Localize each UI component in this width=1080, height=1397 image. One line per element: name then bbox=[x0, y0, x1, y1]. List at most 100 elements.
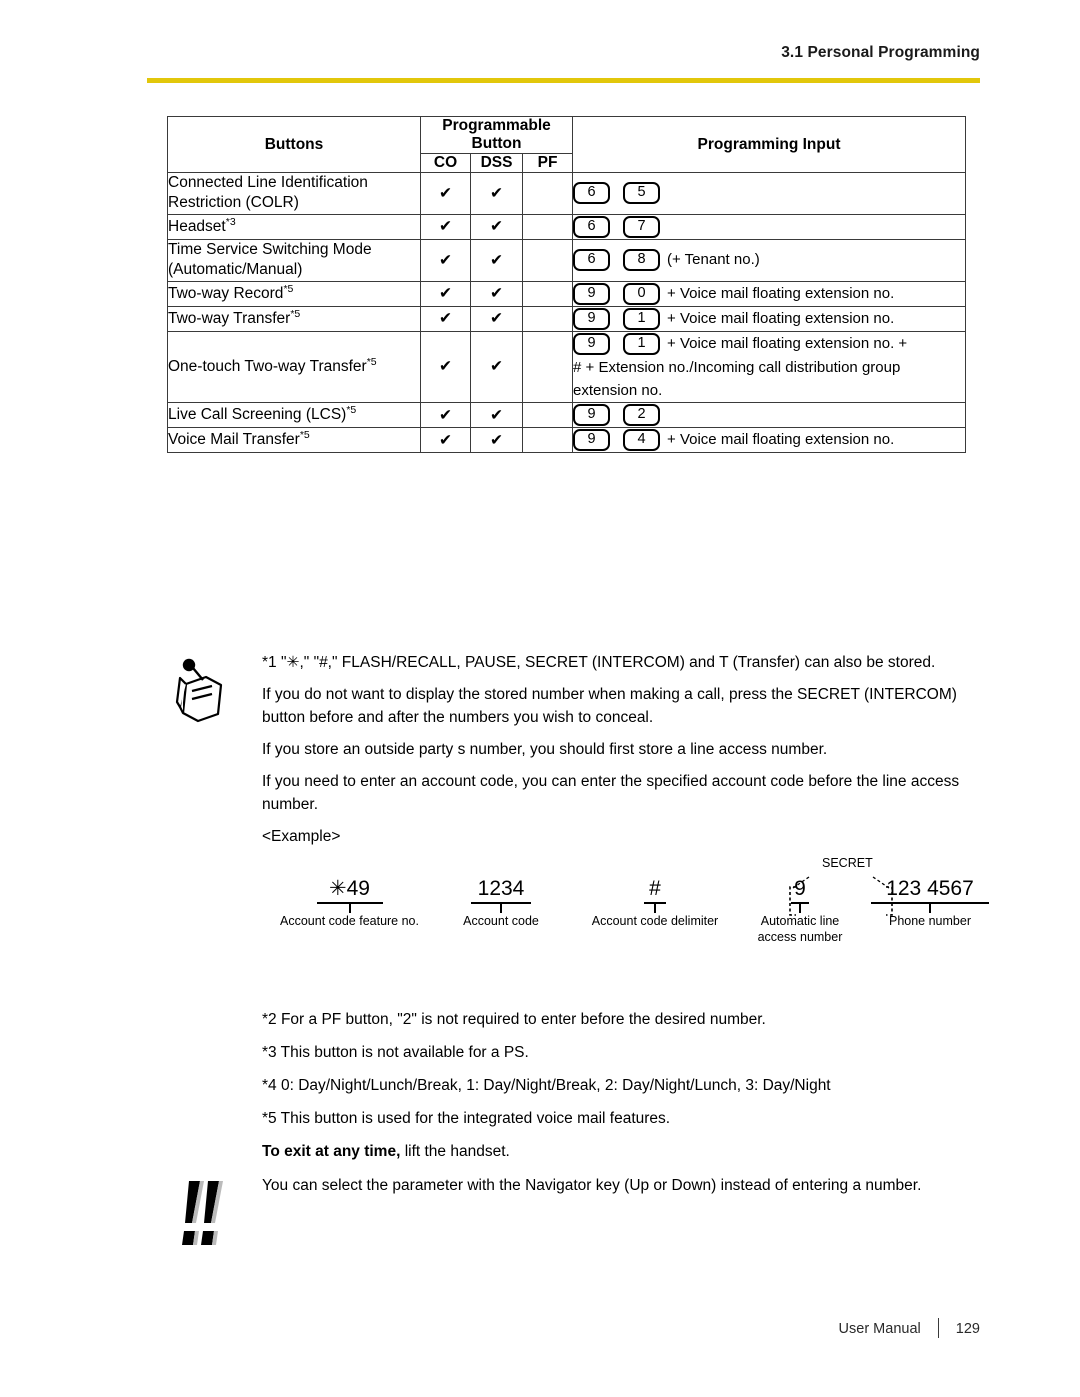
exit-instruction-rest: lift the handset. bbox=[400, 1142, 510, 1160]
footnote-item: *4 0: Day/Night/Lunch/Break, 1: Day/Nigh… bbox=[262, 1076, 831, 1094]
row-check-dss: ✔ bbox=[470, 172, 523, 215]
note-paragraph: <Example> bbox=[262, 827, 341, 845]
keycap: 4 bbox=[623, 429, 661, 452]
note-body: *1 "✳," "#," FLASH/RECALL, PAUSE, SECRET… bbox=[262, 652, 967, 848]
key-sequence: 92 bbox=[573, 403, 965, 427]
example-segment: # Account code delimiter bbox=[565, 877, 745, 930]
col-header-co: CO bbox=[420, 153, 471, 173]
footnote-marker: *5 bbox=[299, 429, 310, 442]
key-suffix-line: # + Extension no./Incoming call distribu… bbox=[573, 358, 901, 376]
example-segment: 123 4567 Phone number bbox=[855, 877, 1005, 930]
note-paragraph: *1 "✳," "#," FLASH/RECALL, PAUSE, SECRET… bbox=[262, 654, 936, 671]
key-suffix-text: + Voice mail floating extension no. bbox=[667, 309, 895, 327]
table-header-row-1: Buttons Programmable Button Programming … bbox=[167, 116, 967, 173]
row-check-co: ✔ bbox=[420, 402, 471, 429]
key-sequence: 9 0 + Voice mail floating extension no. bbox=[573, 282, 965, 306]
table-row: Time Service Switching Mode (Automatic/M… bbox=[167, 238, 967, 282]
col-header-pf: PF bbox=[521, 153, 574, 173]
note-paragraph: If you store an outside party s number, … bbox=[262, 740, 828, 758]
row-check-co: ✔ bbox=[420, 238, 471, 282]
row-check-dss: ✔ bbox=[470, 427, 523, 454]
hint-text: You can select the parameter with the Na… bbox=[262, 1177, 922, 1194]
footer-page-number: 129 bbox=[955, 1321, 980, 1337]
footnote-item: *2 For a PF button, "2" is not required … bbox=[262, 1011, 766, 1028]
example-caption: Account code delimiter bbox=[591, 914, 719, 928]
key-suffix-text: + Voice mail floating extension no. + bbox=[667, 334, 908, 352]
row-check-dss: ✔ bbox=[470, 305, 523, 332]
row-check-pf bbox=[521, 330, 574, 404]
keycap: 6 bbox=[573, 182, 611, 205]
row-check-dss: ✔ bbox=[470, 238, 523, 282]
key-suffix-text: (+ Tenant no.) bbox=[667, 251, 760, 269]
row-check-pf bbox=[521, 305, 574, 332]
keycap: 0 bbox=[623, 282, 661, 305]
row-button-label: Headset*3 bbox=[167, 213, 421, 240]
example-tick bbox=[500, 904, 502, 913]
footer-manual-label: User Manual bbox=[838, 1321, 921, 1337]
keycap: 5 bbox=[623, 182, 661, 205]
programmable-buttons-table: Buttons Programmable Button Programming … bbox=[167, 116, 967, 454]
footnotes-block: *2 For a PF button, "2" is not required … bbox=[262, 1010, 972, 1175]
footnote-item: *3 This button is not available for a PS… bbox=[262, 1043, 529, 1061]
row-check-co: ✔ bbox=[420, 330, 471, 404]
row-programming-input: 92 bbox=[572, 402, 967, 429]
row-check-pf bbox=[521, 280, 574, 307]
row-check-pf bbox=[521, 172, 574, 215]
example-value: 123 4567 bbox=[886, 877, 974, 900]
keycap: 1 bbox=[623, 332, 661, 355]
key-sequence: 9 1 + Voice mail floating extension no. bbox=[573, 307, 965, 331]
table-row: Connected Line Identification Restrictio… bbox=[167, 172, 967, 215]
key-suffix-text: + Voice mail floating extension no. bbox=[667, 284, 895, 302]
keycap: 9 bbox=[573, 307, 611, 330]
table-row: Two-way Record*5 ✔ ✔ 9 0 + Voice mail floatin… bbox=[167, 280, 967, 307]
note-block: *1 "✳," "#," FLASH/RECALL, PAUSE, SECRET… bbox=[167, 652, 967, 858]
table-row: Two-way Transfer*5 ✔ ✔ 9 1 + Voice mail float… bbox=[167, 305, 967, 332]
key-sequence: 65 bbox=[573, 181, 965, 205]
table-row: One-touch Two-way Transfer*5 ✔ ✔ 9 1 + Voice … bbox=[167, 330, 967, 404]
footnote-marker: *5 bbox=[346, 404, 357, 416]
row-programming-input: 65 bbox=[572, 172, 967, 215]
keycap: 2 bbox=[623, 404, 661, 427]
example-value: # bbox=[649, 877, 661, 900]
example-caption: Account code bbox=[463, 914, 539, 928]
footer-separator bbox=[937, 1318, 939, 1338]
example-tick bbox=[348, 904, 351, 913]
hint-block: You can select the parameter with the Na… bbox=[167, 1175, 967, 1245]
page-header: 3.1 Personal Programming bbox=[147, 44, 980, 62]
row-check-pf bbox=[521, 427, 574, 454]
example-caption: Account code feature no. bbox=[280, 914, 419, 928]
keycap: 1 bbox=[623, 307, 661, 330]
key-sequence: 6 8 (+ Tenant no.) bbox=[573, 248, 965, 272]
col-header-buttons: Buttons bbox=[167, 116, 421, 173]
row-button-label: Connected Line Identification Restrictio… bbox=[167, 172, 421, 215]
row-programming-input: 9 4 + Voice mail floating extension no. bbox=[572, 427, 967, 454]
row-programming-input: 6 8 (+ Tenant no.) bbox=[572, 238, 967, 282]
keycap: 6 bbox=[573, 249, 611, 272]
example-caption: Automatic line access number bbox=[757, 914, 843, 944]
example-tick bbox=[654, 904, 656, 913]
example-caption: Phone number bbox=[888, 914, 971, 928]
row-programming-input: 9 1 + Voice mail floating extension no. + #… bbox=[572, 330, 967, 404]
row-check-co: ✔ bbox=[420, 280, 471, 307]
row-check-co: ✔ bbox=[420, 305, 471, 332]
table-row: Voice Mail Transfer*5 ✔ ✔ 9 4 + Voice mail fl… bbox=[167, 427, 967, 454]
footnote-item: *5 This button is used for the integrate… bbox=[262, 1109, 671, 1127]
row-check-co: ✔ bbox=[420, 172, 471, 215]
footnote-marker: *5 bbox=[290, 307, 301, 320]
row-button-label: Two-way Transfer*5 bbox=[167, 305, 421, 332]
row-check-pf bbox=[521, 402, 574, 429]
table-body: Connected Line Identification Restrictio… bbox=[167, 172, 967, 454]
note-pencil-icon bbox=[172, 658, 234, 724]
key-suffix-line: extension no. bbox=[573, 382, 663, 400]
row-button-label: Voice Mail Transfer*5 bbox=[167, 427, 421, 454]
key-sequence: 67 bbox=[573, 215, 965, 239]
note-paragraph: If you do not want to display the stored… bbox=[262, 686, 957, 726]
page-footer: User Manual 129 bbox=[600, 1318, 980, 1338]
row-check-pf bbox=[521, 213, 574, 240]
col-header-programming-input: Programming Input bbox=[572, 116, 967, 173]
row-button-label: Time Service Switching Mode (Automatic/M… bbox=[167, 238, 421, 282]
note-paragraph: If you need to enter an account code, yo… bbox=[262, 773, 960, 813]
example-value: 9 bbox=[794, 877, 806, 900]
keycap: 9 bbox=[573, 282, 611, 305]
row-check-co: ✔ bbox=[420, 213, 471, 240]
